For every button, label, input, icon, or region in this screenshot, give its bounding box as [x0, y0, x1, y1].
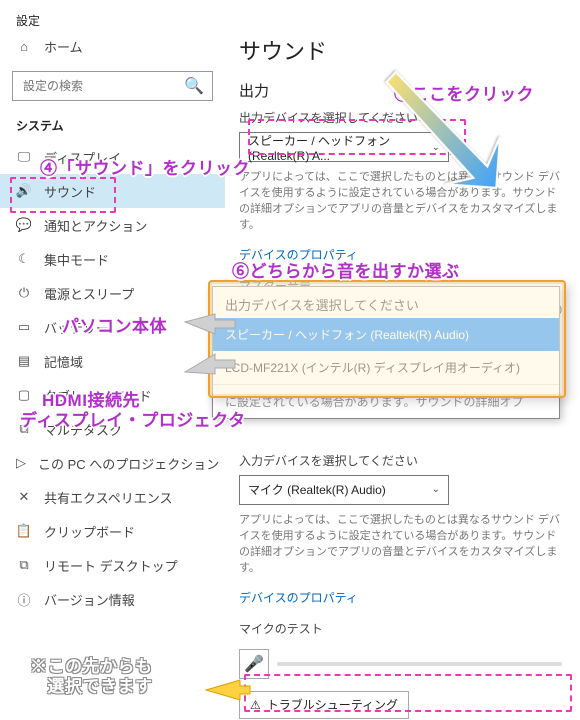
- page-title: サウンド: [239, 34, 562, 66]
- input-device-properties-link[interactable]: デバイスのプロパティ: [239, 589, 358, 606]
- clipboard-icon: 📋: [16, 523, 32, 539]
- moon-icon: ☾: [16, 251, 32, 267]
- search-input[interactable]: [21, 78, 184, 94]
- sidebar-item-storage[interactable]: ▤ 記憶域: [0, 344, 225, 378]
- share-icon: ✕: [16, 489, 32, 505]
- mic-level-bar: [277, 662, 562, 666]
- sidebar-item-battery[interactable]: ▭ バッテリー: [0, 310, 225, 344]
- chevron-down-icon: ⌄: [432, 142, 440, 153]
- sidebar-item-display[interactable]: 🖵 ディスプレイ: [0, 140, 225, 174]
- display-icon: 🖵: [16, 149, 32, 165]
- popup-hidden-desc: に設定されている場合があります。サウンドの詳細オプ: [213, 384, 559, 418]
- multitask-icon: ⧉: [16, 421, 32, 437]
- sidebar-item-notifications[interactable]: 💬 通知とアクション: [0, 208, 225, 242]
- info-icon: ⓘ: [16, 590, 32, 609]
- popup-item-display-audio[interactable]: LCD-MF221X (インテル(R) ディスプレイ用オーディオ): [213, 351, 559, 384]
- sidebar: 設定 ⌂ ホーム 🔍 システム 🖵 ディスプレイ 🔊 サウンド 💬 通知とアクシ…: [0, 0, 225, 720]
- output-choose-label: 出力デバイスを選択してください: [239, 109, 562, 126]
- sidebar-item-projection[interactable]: ▷ この PC へのプロジェクション: [0, 446, 225, 480]
- input-device-dropdown[interactable]: マイク (Realtek(R) Audio) ⌄: [239, 475, 449, 505]
- output-device-popup: 出力デバイスを選択してください スピーカー / ヘッドフォン (Realtek(…: [212, 286, 560, 419]
- sidebar-item-shared-exp[interactable]: ✕ 共有エクスペリエンス: [0, 480, 225, 514]
- sound-icon: 🔊: [16, 183, 32, 199]
- sidebar-item-sound[interactable]: 🔊 サウンド: [0, 174, 225, 208]
- tablet-icon: ▢: [16, 387, 32, 403]
- input-description: アプリによっては、ここで選択したものとは異なるサウンド デバイスを使用するように…: [239, 513, 562, 577]
- sidebar-item-clipboard[interactable]: 📋 クリップボード: [0, 514, 225, 548]
- sidebar-item-remote-desktop[interactable]: ⧉ リモート デスクトップ: [0, 548, 225, 582]
- search-settings[interactable]: 🔍: [12, 71, 213, 101]
- input-choose-label: 入力デバイスを選択してください: [239, 452, 562, 469]
- bell-icon: 💬: [16, 217, 32, 233]
- output-device-selected: スピーカー / ヘッドフォン (Realtek(R) A...: [248, 132, 432, 163]
- output-heading: 出力: [239, 80, 562, 101]
- home-label: ホーム: [44, 37, 83, 56]
- storage-icon: ▤: [16, 353, 32, 369]
- project-icon: ▷: [16, 455, 26, 471]
- search-icon: 🔍: [184, 76, 204, 96]
- chevron-down-icon: ⌄: [432, 484, 440, 495]
- window-title: 設定: [0, 12, 225, 29]
- sidebar-item-home[interactable]: ⌂ ホーム: [0, 29, 225, 63]
- home-icon: ⌂: [16, 39, 32, 54]
- sidebar-item-tablet-mode[interactable]: ▢ タブレット モード: [0, 378, 225, 412]
- input-device-selected: マイク (Realtek(R) Audio): [248, 481, 386, 498]
- sidebar-item-multitask[interactable]: ⧉ マルチタスク: [0, 412, 225, 446]
- troubleshoot-button[interactable]: ⚠ トラブルシューティング: [239, 691, 409, 719]
- battery-icon: ▭: [16, 319, 32, 335]
- power-icon: ⏻: [16, 285, 32, 301]
- sidebar-group-system: システム: [0, 107, 225, 140]
- output-description: アプリによっては、ここで選択したものとは異なるサウンド デバイスを使用するように…: [239, 170, 562, 234]
- mic-test-button[interactable]: 🎤: [239, 649, 269, 679]
- popup-label: 出力デバイスを選択してください: [213, 287, 559, 318]
- sidebar-item-focus-assist[interactable]: ☾ 集中モード: [0, 242, 225, 276]
- popup-item-speaker[interactable]: スピーカー / ヘッドフォン (Realtek(R) Audio): [213, 318, 559, 351]
- sidebar-item-power[interactable]: ⏻ 電源とスリープ: [0, 276, 225, 310]
- output-device-properties-link[interactable]: デバイスのプロパティ: [239, 246, 358, 263]
- output-device-dropdown[interactable]: スピーカー / ヘッドフォン (Realtek(R) A... ⌄: [239, 132, 449, 162]
- sidebar-item-about[interactable]: ⓘ バージョン情報: [0, 582, 225, 616]
- mic-test-label: マイクのテスト: [239, 620, 562, 637]
- mic-icon: 🎤: [244, 654, 264, 674]
- warning-icon: ⚠: [250, 698, 261, 712]
- remote-icon: ⧉: [16, 557, 32, 573]
